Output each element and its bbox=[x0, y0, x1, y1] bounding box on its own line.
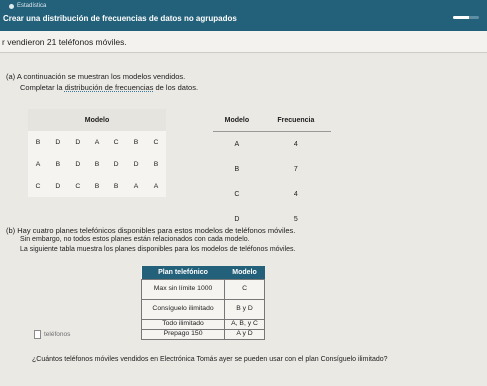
model-cell: C bbox=[234, 191, 240, 198]
model-cell: A bbox=[133, 182, 139, 190]
model-cell: D bbox=[75, 138, 81, 146]
table-row: A4 bbox=[213, 132, 331, 158]
model-cell: B bbox=[113, 182, 119, 190]
progress-bar bbox=[453, 16, 479, 19]
instruction-suffix: de los datos. bbox=[153, 83, 199, 92]
frequency-table: Modelo Frecuencia A4 B7 C4 D5 bbox=[213, 109, 331, 232]
plan-cell: Max sin límite 1000 bbox=[140, 279, 226, 300]
menu-dot-icon[interactable] bbox=[9, 3, 14, 9]
model-cell: A bbox=[234, 141, 240, 148]
model-cell: D bbox=[75, 160, 81, 168]
subject-text: Estadística bbox=[17, 3, 47, 9]
plan-model-cell: A, B, y C bbox=[224, 319, 265, 330]
table-row: A B D B D D B bbox=[28, 153, 166, 175]
answer-unit-label: teléfonos bbox=[44, 330, 71, 338]
table-row: B7 bbox=[213, 157, 331, 182]
frequency-input[interactable]: 4 bbox=[261, 132, 331, 158]
progress-fill bbox=[453, 16, 469, 19]
part-b-line-2: Sin embargo, no todos estos planes están… bbox=[20, 236, 250, 243]
table-row: Consíguelo ilimitado B y D bbox=[140, 299, 265, 320]
frequency-table-model-header: Modelo bbox=[213, 109, 261, 132]
top-bar: Estadística Crear una distribución de fr… bbox=[0, 0, 487, 31]
model-cell: B bbox=[55, 160, 61, 168]
part-b-line-3: La siguiente tabla muestra los planes di… bbox=[20, 246, 296, 253]
plan-model-cell: C bbox=[224, 279, 265, 300]
model-cell: D bbox=[133, 160, 139, 168]
model-cell: B bbox=[153, 160, 159, 168]
table-row: B D D A C B C bbox=[28, 131, 166, 153]
model-cell: A bbox=[35, 160, 41, 168]
model-cell: D bbox=[55, 182, 61, 190]
model-cell: B bbox=[234, 166, 240, 173]
frequency-distribution-link[interactable]: distribución de frecuencias bbox=[65, 83, 154, 92]
subject-label: Estadística bbox=[9, 3, 46, 9]
plan-cell: Todo ilimitado bbox=[140, 319, 226, 330]
table-row: Todo ilimitado A, B, y C bbox=[140, 319, 265, 330]
part-a-label: (a) A continuación se muestran los model… bbox=[6, 72, 186, 81]
model-cell: C bbox=[113, 138, 119, 146]
question-content: (a) A continuación se muestran los model… bbox=[0, 54, 487, 386]
plan-model-cell: B y D bbox=[224, 299, 265, 320]
page-title: Crear una distribución de frecuencias de… bbox=[3, 14, 237, 23]
plans-table-plan-header: Plan telefónico bbox=[141, 266, 225, 280]
problem-statement: r vendieron 21 teléfonos móviles. bbox=[0, 31, 487, 53]
model-cell: C bbox=[153, 138, 159, 146]
model-cell: B bbox=[94, 160, 100, 168]
answer-field[interactable]: teléfonos bbox=[34, 326, 110, 342]
plans-table-model-header: Modelo bbox=[224, 266, 265, 280]
model-cell: B bbox=[133, 138, 139, 146]
answer-input[interactable] bbox=[34, 329, 41, 339]
model-cell: C bbox=[75, 182, 81, 190]
model-cell: A bbox=[94, 138, 100, 146]
model-cell: D bbox=[113, 160, 119, 168]
instruction-prefix: Completar la bbox=[20, 83, 65, 92]
model-cell: D bbox=[55, 138, 61, 146]
frequency-input[interactable]: 4 bbox=[261, 182, 331, 207]
models-table-header: Modelo bbox=[28, 109, 166, 131]
plans-table: Plan telefónico Modelo Max sin límite 10… bbox=[140, 266, 265, 340]
model-cell: A bbox=[153, 182, 159, 190]
plan-cell: Consíguelo ilimitado bbox=[140, 299, 226, 320]
part-a-instruction: Completar la distribución de frecuencias… bbox=[20, 83, 198, 92]
table-row: Prepago 150 A y D bbox=[140, 329, 265, 340]
frequency-input[interactable]: 7 bbox=[261, 157, 331, 182]
plan-model-cell: A y D bbox=[224, 329, 265, 340]
frequency-table-frequency-header: Frecuencia bbox=[260, 109, 331, 132]
model-cell: B bbox=[35, 138, 41, 146]
model-cell: B bbox=[94, 182, 100, 190]
model-cell: C bbox=[35, 182, 41, 190]
models-table: Modelo B D D A C B C A B D B D D B C D C… bbox=[28, 109, 166, 197]
question-text: ¿Cuántos teléfonos móviles vendidos en E… bbox=[32, 356, 388, 363]
table-row: Max sin límite 1000 C bbox=[140, 279, 265, 300]
plan-cell: Prepago 150 bbox=[140, 329, 226, 340]
table-row: C4 bbox=[213, 182, 331, 207]
part-b-label: (b) Hay cuatro planes telefónicos dispon… bbox=[6, 226, 296, 235]
table-row: C D C B B A A bbox=[28, 175, 166, 197]
